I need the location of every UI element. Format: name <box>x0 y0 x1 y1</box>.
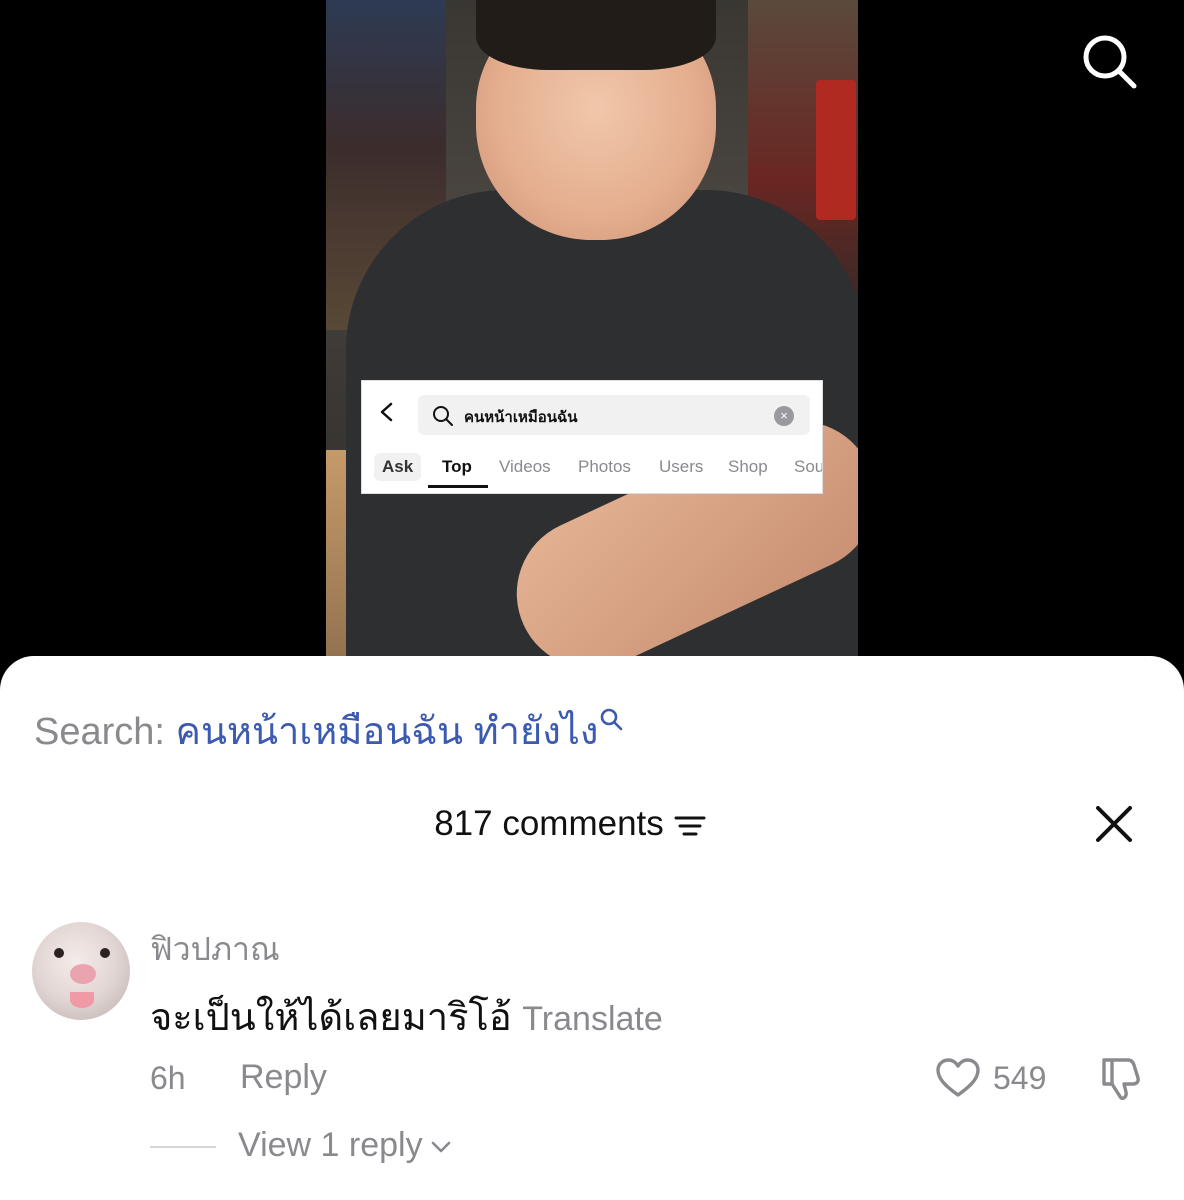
close-icon[interactable] <box>1094 804 1134 844</box>
search-icon[interactable] <box>1080 32 1138 90</box>
view-replies-button[interactable]: View 1 reply <box>238 1126 453 1165</box>
clear-icon: × <box>774 406 794 426</box>
tab-photos: Photos <box>578 457 631 476</box>
comments-header: 817 comments <box>0 804 1184 844</box>
active-tab-indicator <box>428 485 488 488</box>
comment-username[interactable]: ฟิวปภาณ <box>150 924 280 975</box>
back-icon <box>380 402 393 422</box>
search-icon <box>601 708 623 731</box>
search-overlay-screenshot: คนหน้าเหมือนฉัน × Ask Top Videos Photos … <box>362 381 822 493</box>
comment-time: 6h <box>150 1060 186 1096</box>
search-term: คนหน้าเหมือนฉัน ทำยังไง <box>175 711 599 753</box>
tab-top: Top <box>442 457 472 476</box>
like-count: 549 <box>993 1060 1047 1096</box>
video-frame <box>326 0 858 700</box>
video-area[interactable]: คนหน้าเหมือนฉัน × Ask Top Videos Photos … <box>0 0 1184 700</box>
filter-icon[interactable] <box>674 813 706 839</box>
comment-count: 817 comments <box>434 804 664 843</box>
replies-divider <box>150 1146 216 1148</box>
tab-sounds: Sou <box>794 457 822 476</box>
tab-users: Users <box>659 457 704 476</box>
chevron-down-icon <box>431 1141 450 1153</box>
comments-sheet: Search: คนหน้าเหมือนฉัน ทำยังไง 817 comm… <box>0 656 1184 1200</box>
search-icon <box>433 406 453 426</box>
dislike-icon[interactable] <box>1096 1054 1144 1102</box>
tab-shop: Shop <box>728 457 768 476</box>
tab-ask: Ask <box>374 453 422 481</box>
tab-videos: Videos <box>499 457 551 476</box>
comment-text: จะเป็นให้ได้เลยมาริโอ้ <box>150 997 512 1039</box>
search-prefix: Search: <box>34 711 165 753</box>
overlay-search-field: คนหน้าเหมือนฉัน × <box>418 395 810 435</box>
related-search-link[interactable]: Search: คนหน้าเหมือนฉัน ทำยังไง <box>34 700 624 761</box>
comment-body: จะเป็นให้ได้เลยมาริโอ้ Translate <box>150 986 663 1047</box>
translate-link[interactable]: Translate <box>522 1000 662 1038</box>
view-replies-label: View 1 reply <box>238 1126 423 1164</box>
avatar[interactable] <box>32 922 130 1020</box>
reply-button[interactable]: Reply <box>240 1058 327 1097</box>
overlay-query: คนหน้าเหมือนฉัน <box>464 409 578 426</box>
heart-icon[interactable] <box>934 1054 982 1102</box>
